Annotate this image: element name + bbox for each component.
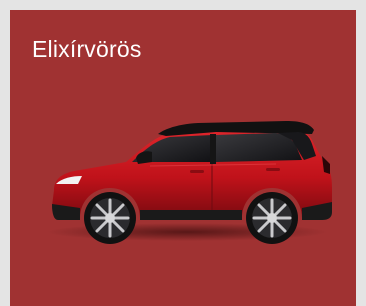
front-wheel [84, 192, 136, 244]
color-option-frame: Elixírvörös [0, 0, 366, 306]
rear-wheel [246, 192, 298, 244]
car-door-handle-front [190, 170, 204, 173]
car-b-pillar [210, 134, 216, 164]
car-side-cladding [140, 210, 242, 220]
car-image [47, 121, 332, 244]
color-option-card[interactable]: Elixírvörös [10, 10, 356, 306]
color-name: Elixírvörös [32, 36, 142, 62]
car-door-handle-rear [266, 168, 280, 171]
